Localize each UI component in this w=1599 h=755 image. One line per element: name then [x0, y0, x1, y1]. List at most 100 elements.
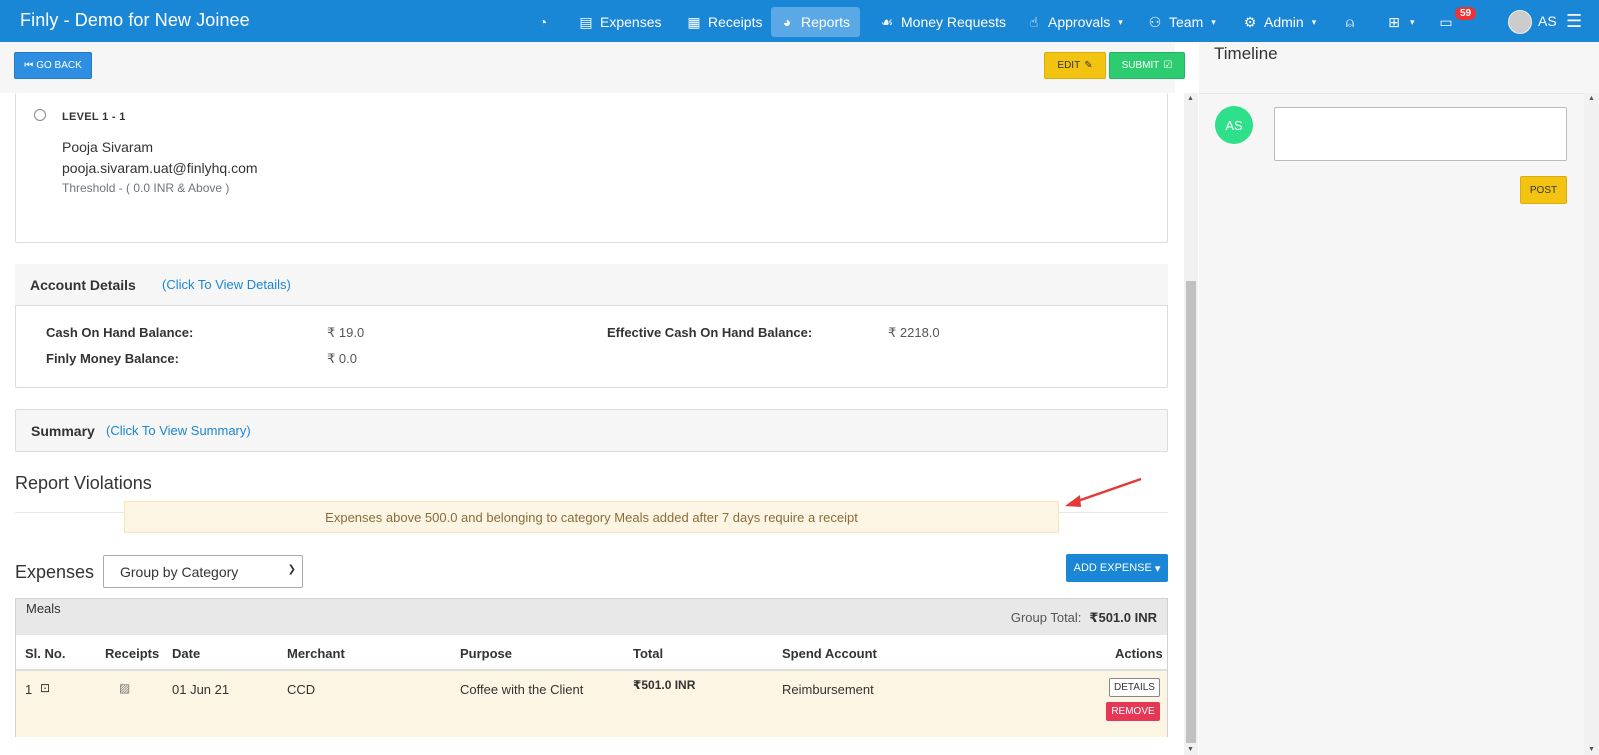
money-stack-icon: ▤ [579, 13, 593, 30]
nav-add[interactable]: ⊞ ▾ [1378, 7, 1423, 37]
expenses-title: Expenses [15, 562, 95, 582]
group-by-value: Group by Category [120, 564, 239, 580]
go-back-button[interactable]: ⏮ GO BACK [14, 52, 92, 79]
add-expense-label: ADD EXPENSE [1073, 562, 1152, 574]
row-spend-account: Reimbursement [782, 682, 874, 697]
finly-money-value: ₹ 0.0 [327, 351, 357, 366]
main-scrollbar[interactable]: ▲ ▼ [1184, 93, 1198, 755]
scroll-down-icon[interactable]: ▼ [1187, 746, 1194, 753]
column-header-spend-account: Spend Account [782, 646, 877, 661]
summary-card[interactable]: Summary (Click To View Summary) [15, 409, 1168, 452]
cash-on-hand-label: Cash On Hand Balance: [46, 325, 194, 340]
nav-admin-label: Admin [1264, 14, 1304, 30]
row-sl-no: 1 [25, 682, 33, 697]
nav-admin[interactable]: ⚙ Admin ▾ [1234, 7, 1324, 37]
image-icon[interactable]: ▨ [119, 681, 130, 695]
app-title[interactable]: Finly - Demo for New Joinee [20, 10, 250, 31]
edit-label: EDIT [1057, 60, 1081, 71]
view-summary-link[interactable]: (Click To View Summary) [106, 423, 251, 438]
row-total: ₹501.0 INR [633, 678, 696, 692]
back-step-icon: ⏮ [24, 60, 34, 71]
nav-approvals-label: Approvals [1048, 14, 1111, 30]
group-total-label: Group Total: [1010, 610, 1082, 625]
main-scrollbar-thumb[interactable] [1186, 281, 1196, 743]
nav-receipts-label: Receipts [708, 14, 763, 30]
add-expense-button[interactable]: ADD EXPENSE ▾ [1066, 554, 1168, 582]
nav-team[interactable]: ⚇ Team ▾ [1139, 7, 1224, 37]
thumbs-up-icon: ☝ [1029, 13, 1039, 30]
account-details-header: Account Details (Click To View Details) [15, 264, 1168, 306]
cash-on-hand-value: ₹ 19.0 [327, 325, 365, 340]
check-square-icon: ☑ [1163, 60, 1173, 71]
effective-cash-value: ₹ 2218.0 [888, 325, 940, 340]
row-merchant: CCD [287, 682, 316, 697]
scroll-up-icon[interactable]: ▲ [1187, 95, 1194, 102]
expenses-table: Meals Group Total: ₹501.0 INR Sl. No. Rec… [15, 598, 1168, 737]
approver-name: Pooja Sivaram [62, 139, 154, 155]
nav-reports[interactable]: ◕ Reports [771, 7, 860, 37]
group-header: Meals Group Total: ₹501.0 INR [16, 599, 1167, 635]
chevron-down-icon: ▾ [1118, 16, 1123, 27]
chevron-down-icon: ▾ [1211, 16, 1216, 27]
table-row [16, 671, 1167, 737]
chevron-down-icon: ▾ [1311, 16, 1317, 27]
view-details-link[interactable]: (Click To View Details) [162, 277, 291, 292]
cash-icon: ⊡ [40, 681, 51, 695]
nav-dashboard[interactable]: ◔ [527, 7, 559, 37]
desk-bell-icon: ⍝ [1345, 13, 1355, 30]
user-gear-icon: ⚙ [1243, 13, 1257, 30]
nav-expenses-label: Expenses [600, 14, 662, 30]
submit-label: SUBMIT [1121, 60, 1160, 71]
post-button[interactable]: POST [1520, 176, 1567, 204]
approval-level-radio[interactable] [34, 109, 46, 121]
inbox-icon: ▭ [1439, 13, 1453, 30]
column-header-purpose: Purpose [460, 646, 513, 661]
column-header-merchant: Merchant [287, 646, 345, 661]
user-avatar[interactable] [1508, 10, 1532, 34]
report-violations-title: Report Violations [15, 473, 152, 493]
hamburger-menu-icon[interactable]: ☰ [1566, 11, 1582, 32]
column-header-sl-no: Sl. No. [25, 646, 66, 661]
edit-icon: ✎ [1084, 60, 1093, 71]
notification-badge: 59 [1455, 7, 1477, 20]
nav-reports-label: Reports [801, 14, 851, 30]
nav-money-requests[interactable]: ☙ Money Requests [871, 7, 1014, 37]
timeline-scrollbar[interactable]: ▲ ▼ [1584, 93, 1599, 755]
nav-approvals[interactable]: ☝ Approvals ▾ [1018, 7, 1131, 37]
violation-alert: Expenses above 500.0 and belonging to ca… [124, 501, 1059, 533]
row-date: 01 Jun 21 [172, 682, 230, 697]
remove-button[interactable]: REMOVE [1106, 702, 1160, 721]
nav-expenses[interactable]: ▤ Expenses [570, 7, 669, 37]
group-total: Group Total: ₹501.0 INR [1011, 610, 1157, 626]
nav-receipts[interactable]: ▦ Receipts [678, 7, 770, 37]
submit-button[interactable]: SUBMIT ☑ [1109, 52, 1185, 79]
group-by-select[interactable]: Group by Category ❯ [103, 555, 303, 588]
group-total-value: ₹501.0 INR [1089, 610, 1157, 625]
group-name: Meals [26, 601, 61, 616]
chevron-down-icon: ❯ [287, 564, 296, 575]
finly-money-label: Finly Money Balance: [46, 351, 179, 366]
edit-button[interactable]: EDIT ✎ [1044, 52, 1106, 79]
go-back-label: GO BACK [36, 60, 82, 71]
approval-level-label: LEVEL 1 - 1 [62, 111, 126, 123]
account-details-title: Account Details [30, 277, 136, 293]
approval-threshold: Threshold - ( 0.0 INR & Above ) [62, 181, 230, 195]
nav-bell[interactable]: ⍝ [1334, 7, 1366, 37]
timeline-avatar: AS [1215, 106, 1253, 144]
column-header-date: Date [172, 646, 201, 661]
summary-title: Summary [31, 423, 95, 439]
effective-cash-label: Effective Cash On Hand Balance: [607, 325, 813, 340]
timeline-comment-input[interactable] [1274, 107, 1567, 161]
scroll-down-icon[interactable]: ▼ [1588, 746, 1595, 753]
user-initials[interactable]: AS [1538, 13, 1557, 29]
nav-money-requests-label: Money Requests [901, 14, 1007, 30]
nav-team-label: Team [1169, 14, 1204, 30]
top-navbar: Finly - Demo for New Joinee ◔ ▤ Expenses… [0, 0, 1599, 42]
scroll-up-icon[interactable]: ▲ [1588, 95, 1595, 102]
details-button[interactable]: DETAILS [1109, 678, 1160, 697]
annotation-arrow-icon [1065, 477, 1142, 507]
hand-money-icon: ☙ [880, 13, 894, 30]
plus-square-icon: ⊞ [1388, 13, 1400, 30]
column-header-receipts: Receipts [105, 646, 160, 661]
approver-email: pooja.sivaram.uat@finlyhq.com [62, 160, 258, 176]
